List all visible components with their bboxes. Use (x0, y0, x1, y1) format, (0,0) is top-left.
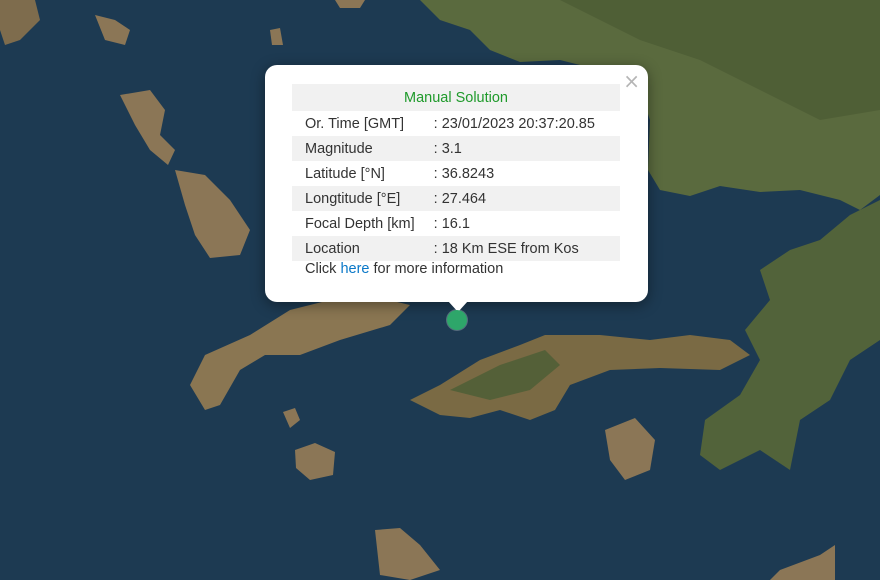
info-row: Location : 18 Km ESE from Kos (292, 236, 620, 261)
earthquake-popup: × Manual Solution Or. Time [GMT] : 23/01… (265, 65, 648, 302)
info-row: Longtitude [°E] : 27.464 (292, 186, 620, 211)
row-value: : 27.464 (433, 186, 620, 211)
row-label: Longtitude [°E] (292, 186, 434, 211)
row-value: : 3.1 (433, 136, 620, 161)
row-value: : 18 Km ESE from Kos (433, 236, 620, 261)
info-row: Latitude [°N] : 36.8243 (292, 161, 620, 186)
row-label: Latitude [°N] (305, 165, 385, 182)
row-label: Focal Depth [km] (305, 215, 415, 232)
row-label: Magnitude (292, 136, 434, 161)
row-value: : 16.1 (433, 215, 470, 232)
row-label: Or. Time [GMT] (305, 115, 405, 132)
popup-title: Manual Solution (292, 84, 620, 111)
info-row: Or. Time [GMT] : 23/01/2023 20:37:20.85 (292, 111, 620, 136)
earthquake-info-table: Manual Solution Or. Time [GMT] : 23/01/2… (292, 84, 620, 261)
more-info-text: Click here for more information (305, 261, 504, 277)
row-value: : 23/01/2023 20:37:20.85 (433, 115, 595, 132)
row-value: : 36.8243 (433, 165, 495, 182)
info-row: Magnitude : 3.1 (292, 136, 620, 161)
epicenter-marker[interactable] (447, 310, 467, 330)
info-row: Focal Depth [km] : 16.1 (292, 211, 620, 236)
row-label: Location (292, 236, 434, 261)
close-icon[interactable]: × (623, 69, 640, 93)
island-top-mid (335, 0, 365, 8)
more-info-link[interactable]: here (340, 261, 369, 277)
